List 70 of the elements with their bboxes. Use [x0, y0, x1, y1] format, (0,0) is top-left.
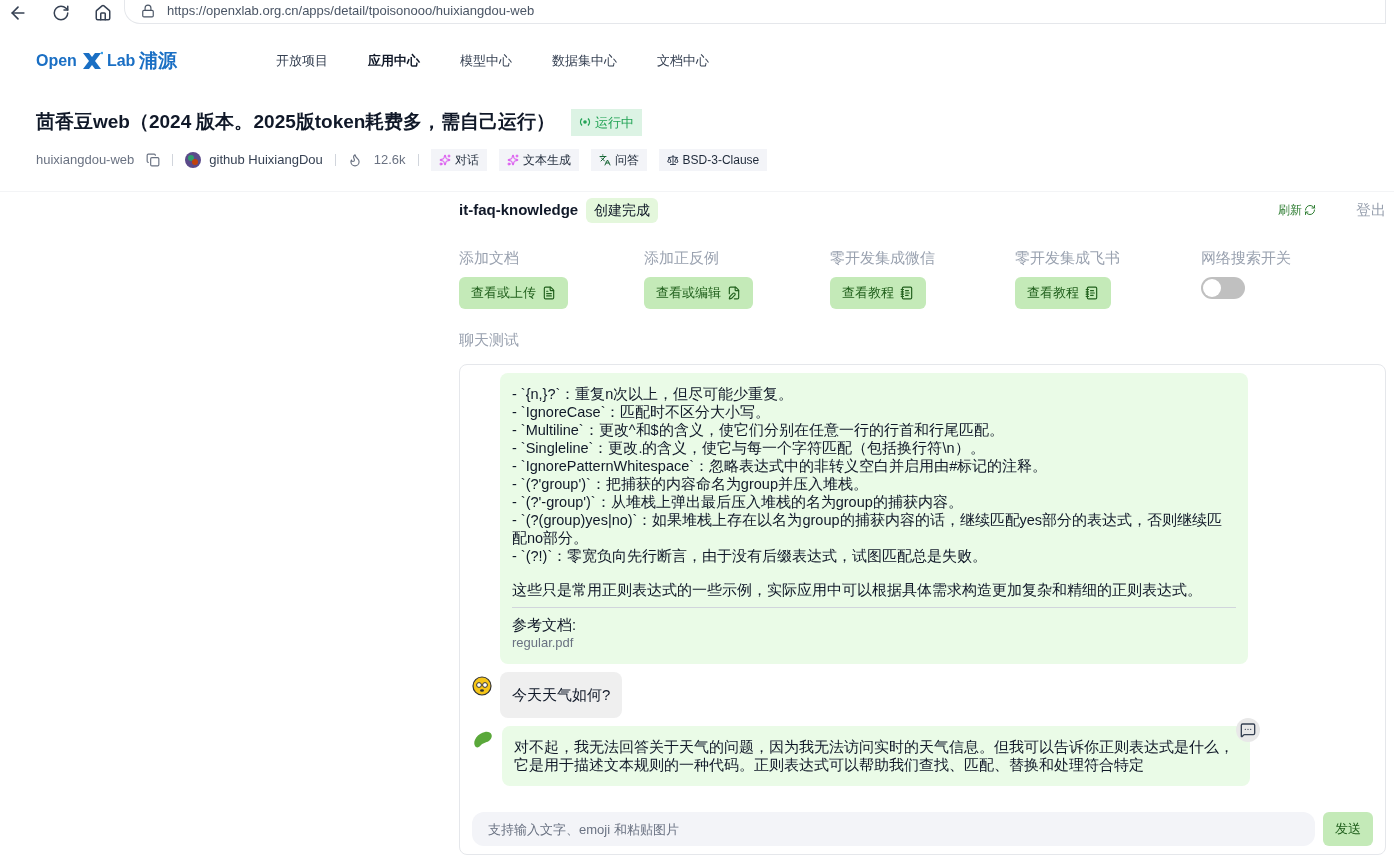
message-line: 这些只是常用正则表达式的一些示例，实际应用中可以根据具体需求构造更加复杂和精细的正则表达式。 — [512, 580, 1203, 599]
nav-link[interactable]: 开放项目 — [276, 51, 328, 71]
tag[interactable]: 对话 — [430, 148, 487, 171]
nav-link[interactable]: 文档中心 — [657, 51, 709, 71]
home-icon[interactable] — [94, 4, 112, 22]
message-line: - `(?'group')`：把捕获的内容命名为group并压入堆栈。 — [512, 474, 869, 493]
repo-name: huixiangdou-web — [36, 150, 135, 169]
logo-text: 浦源 — [139, 48, 178, 73]
message-line: - `Singleline`：更改.的含义，使它与每一个字符匹配（包括换行符\n）。 — [512, 438, 986, 457]
reference-file[interactable]: regular.pdf — [512, 633, 1236, 652]
refresh-button[interactable]: 刷新 — [1278, 201, 1316, 219]
nav-link[interactable]: 应用中心 — [368, 51, 420, 71]
section-label: 网络搜索开关 — [1200, 247, 1292, 268]
message-line: - `(?(group)yes|no)`：如果堆栈上存在以名为group的捕获内容的话，继续匹配yes部分的表达式，否则继续匹配no部分。 — [512, 510, 1224, 547]
logo-text: Open — [36, 51, 77, 71]
document-icon — [542, 286, 556, 300]
lock-icon — [141, 3, 155, 18]
action-button[interactable]: 查看教程 — [829, 277, 926, 309]
reference-label: 参考文档: — [512, 615, 578, 634]
comment-button[interactable] — [1236, 718, 1260, 742]
section-label: 零开发集成微信 — [829, 247, 936, 268]
flame-icon — [347, 152, 362, 167]
message-line: - `Multiline`：更改^和$的含义，使它们分别在任意一行的行首和行尾匹配。 — [512, 420, 1005, 439]
user-message: 今天天气如何? — [500, 671, 623, 718]
action-button[interactable]: 查看或编辑 — [644, 277, 754, 309]
author-name[interactable]: github HuixiangDou — [209, 149, 323, 170]
refresh-icon — [1304, 204, 1316, 216]
status-badge: 创建完成 — [586, 197, 659, 223]
tag[interactable]: 问答 — [590, 148, 647, 171]
sparkle-icon — [506, 153, 519, 166]
app-title: 茴香豆web（2024 版本。2025版token耗费多，需自己运行） — [36, 110, 556, 134]
logo-text: Lab — [106, 51, 136, 71]
message-line: - `IgnorePatternWhitespace`：忽略表达式中的非转义空白并启用由#标记的注释。 — [512, 456, 1049, 475]
toggle-switch[interactable] — [1200, 277, 1245, 299]
message-line: 对不起，我无法回答关于天气的问题，因为我无法访问实时的天气信息。但我可以告诉你正则表达式是什么，它是用于描述文本规则的一种代码。正则表达式可以帮助我们查找、匹配、替换和处理符合特定 — [514, 738, 1235, 774]
send-button[interactable]: 发送 — [1323, 812, 1373, 846]
section-label: 零开发集成飞书 — [1015, 247, 1122, 268]
chat-input[interactable]: 支持输入文字、emoji 和粘贴图片 — [472, 812, 1315, 846]
section-label: 添加正反例 — [644, 247, 721, 268]
translate-icon — [598, 153, 611, 166]
message-line: - `{n,}?`：重复n次以上，但尽可能少重复。 — [512, 384, 795, 403]
section-label: 聊天测试 — [459, 330, 520, 350]
notebook-icon — [899, 286, 914, 300]
url-text: https://openxlab.org.cn/apps/detail/tpoisonooo/huixiangdou-web — [167, 1, 535, 20]
refresh-icon[interactable] — [52, 4, 70, 22]
nav-link[interactable]: 数据集中心 — [552, 51, 617, 71]
comment-icon — [1240, 722, 1256, 738]
address-bar[interactable]: https://openxlab.org.cn/apps/detail/tpoisonooo/huixiangdou-web — [124, 0, 1386, 24]
status-badge: 运行中 — [571, 108, 643, 136]
logo-icon — [80, 51, 103, 71]
edit-icon — [727, 286, 742, 300]
message-line: - `IgnoreCase`：匹配时不区分大小写。 — [512, 402, 772, 421]
signal-icon — [579, 116, 592, 129]
scale-icon — [666, 153, 679, 166]
message-line: - `(?!)`：零宽负向先行断言，由于没有后缀表达式，试图匹配总是失败。 — [512, 546, 989, 565]
bean-icon — [472, 730, 494, 750]
nav-link[interactable]: 模型中心 — [460, 51, 512, 71]
tag[interactable]: 文本生成 — [498, 148, 579, 171]
sparkle-icon — [438, 153, 451, 166]
avatar-icon — [185, 151, 202, 168]
avatar-icon — [472, 675, 492, 696]
workspace-name: it-faq-knowledge — [459, 199, 579, 220]
tag[interactable]: BSD-3-Clause — [658, 148, 768, 171]
message-line: - `(?'-group')`：从堆栈上弹出最后压入堆栈的名为group的捕获内容。 — [512, 492, 964, 511]
like-count: 12.6k — [373, 150, 406, 169]
action-button[interactable]: 查看教程 — [1015, 277, 1112, 309]
notebook-icon — [1085, 286, 1100, 300]
copy-icon[interactable] — [146, 152, 161, 167]
action-button[interactable]: 查看或上传 — [459, 277, 568, 309]
section-label: 添加文档 — [459, 247, 520, 268]
